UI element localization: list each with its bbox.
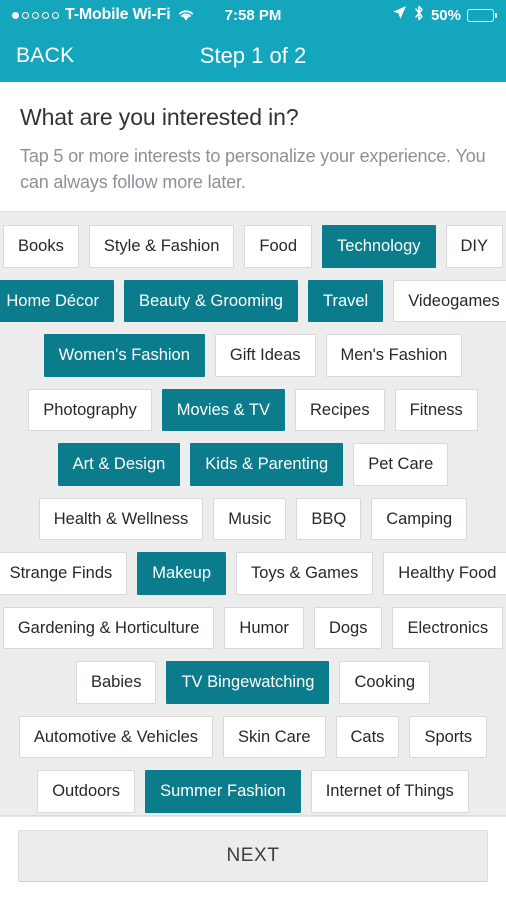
chip-row: OutdoorsSummer FashionInternet of Things xyxy=(0,770,506,813)
next-button[interactable]: NEXT xyxy=(18,830,488,882)
battery-icon xyxy=(467,9,494,22)
interest-chip[interactable]: Fitness xyxy=(395,389,478,432)
interest-chip[interactable]: Beauty & Grooming xyxy=(124,280,298,323)
interest-chip[interactable]: TV Bingewatching xyxy=(166,661,329,704)
interest-chip[interactable]: Kids & Parenting xyxy=(190,443,343,486)
interest-chip[interactable]: BBQ xyxy=(296,498,361,541)
interest-chip[interactable]: Outdoors xyxy=(37,770,135,813)
interest-chip[interactable]: Internet of Things xyxy=(311,770,469,813)
wifi-icon xyxy=(177,8,195,22)
chip-row: Art & DesignKids & ParentingPet Care xyxy=(0,443,506,486)
location-arrow-icon xyxy=(392,5,407,25)
interest-chip[interactable]: Electronics xyxy=(392,607,503,650)
interest-chip[interactable]: Art & Design xyxy=(58,443,181,486)
interest-chip[interactable]: Home Décor xyxy=(0,280,114,323)
interest-chip[interactable]: Skin Care xyxy=(223,716,325,759)
bluetooth-icon xyxy=(413,5,425,26)
interest-chip[interactable]: Automotive & Vehicles xyxy=(19,716,213,759)
interest-chip[interactable]: DIY xyxy=(446,225,504,268)
interest-chip[interactable]: Food xyxy=(244,225,312,268)
chip-row: Health & WellnessMusicBBQCamping xyxy=(0,498,506,541)
chip-row: Home DécorBeauty & GroomingTravelVideoga… xyxy=(0,280,506,323)
interest-chip[interactable]: Dogs xyxy=(314,607,383,650)
interests-grid[interactable]: BooksStyle & FashionFoodTechnology DIY Hom… xyxy=(0,211,506,816)
interest-chip[interactable]: Books xyxy=(3,225,79,268)
interest-chip[interactable]: Gardening & Horticulture xyxy=(3,607,215,650)
status-bar-left: T-Mobile Wi-Fi xyxy=(12,6,195,24)
navigation-bar: BACK Step 1 of 2 xyxy=(0,30,506,82)
chip-row: Automotive & VehiclesSkin Care CatsSports xyxy=(0,716,506,759)
interest-chip[interactable]: Toys & Games xyxy=(236,552,373,595)
status-bar: T-Mobile Wi-Fi 7:58 PM 50% xyxy=(0,0,506,30)
interest-chip[interactable]: Photography xyxy=(28,389,152,432)
interest-chip[interactable]: Camping xyxy=(371,498,467,541)
interest-chip[interactable]: Style & Fashion xyxy=(89,225,235,268)
interest-chip[interactable]: Cats xyxy=(336,716,400,759)
signal-strength-dots xyxy=(12,12,59,19)
chip-row: Women's FashionGift IdeasMen's Fashion xyxy=(0,334,506,377)
chip-row: PhotographyMovies & TVRecipesFitness xyxy=(0,389,506,432)
interest-chip[interactable]: Gift Ideas xyxy=(215,334,316,377)
chip-row: Gardening & HorticultureHumorDogsElectro… xyxy=(0,607,506,650)
interest-chip[interactable]: Cooking xyxy=(339,661,430,704)
interest-chip[interactable]: Sports xyxy=(409,716,487,759)
signal-dot xyxy=(12,12,19,19)
status-bar-right: 50% xyxy=(392,5,494,26)
page-title: Step 1 of 2 xyxy=(0,43,506,69)
interest-chip[interactable]: Health & Wellness xyxy=(39,498,204,541)
chip-row: BooksStyle & FashionFoodTechnology DIY xyxy=(0,225,506,268)
carrier-label: T-Mobile Wi-Fi xyxy=(65,6,170,24)
chip-row: BabiesTV BingewatchingCooking xyxy=(0,661,506,704)
app-screen: T-Mobile Wi-Fi 7:58 PM 50% xyxy=(0,0,506,900)
interest-chip[interactable]: Music xyxy=(213,498,286,541)
signal-dot xyxy=(22,12,29,19)
signal-dot xyxy=(32,12,39,19)
interest-chip[interactable]: Healthy Food xyxy=(383,552,506,595)
interest-chip[interactable]: Women's Fashion xyxy=(44,334,205,377)
interest-chip[interactable]: Technology xyxy=(322,225,435,268)
interest-chip[interactable]: Movies & TV xyxy=(162,389,285,432)
signal-dot xyxy=(52,12,59,19)
footer: NEXT xyxy=(0,816,506,900)
interest-chip[interactable]: Travel xyxy=(308,280,383,323)
intro-heading: What are you interested in? xyxy=(20,104,486,131)
signal-dot xyxy=(42,12,49,19)
interest-chip[interactable]: Recipes xyxy=(295,389,385,432)
interest-chip[interactable]: Strange Finds xyxy=(0,552,127,595)
interest-chip[interactable]: Videogames xyxy=(393,280,506,323)
interest-chip[interactable]: Makeup xyxy=(137,552,226,595)
chip-row: Strange FindsMakeupToys & GamesHealthy F… xyxy=(0,552,506,595)
interest-chip[interactable]: Summer Fashion xyxy=(145,770,301,813)
intro-section: What are you interested in? Tap 5 or mor… xyxy=(0,82,506,211)
back-button[interactable]: BACK xyxy=(16,44,74,68)
interest-chip[interactable]: Humor xyxy=(224,607,304,650)
battery-percent-label: 50% xyxy=(431,7,461,24)
interest-chip[interactable]: Men's Fashion xyxy=(326,334,463,377)
intro-subtitle: Tap 5 or more interests to personalize y… xyxy=(20,144,486,195)
interest-chip[interactable]: Babies xyxy=(76,661,156,704)
interest-chip[interactable]: Pet Care xyxy=(353,443,448,486)
